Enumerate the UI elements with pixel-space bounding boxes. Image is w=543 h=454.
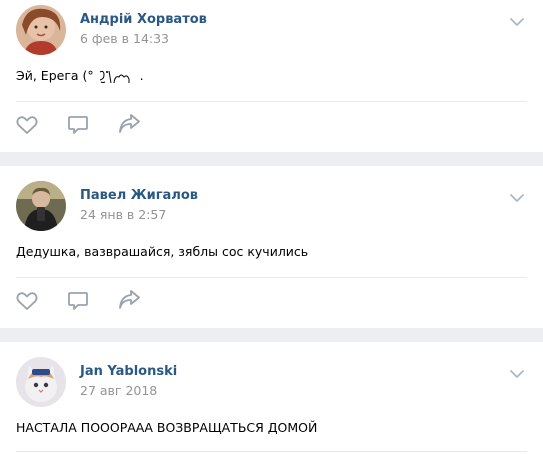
kaomoji-face-icon	[98, 69, 136, 85]
comment-icon[interactable]	[65, 288, 91, 314]
divider	[16, 277, 527, 278]
author-name[interactable]: Jan Yablonski	[80, 364, 177, 379]
divider	[16, 451, 527, 452]
post-text-tail: .	[139, 68, 144, 83]
post: Jan Yablonski 27 авг 2018 НАСТАЛА ПОООРА…	[0, 342, 543, 454]
avatar[interactable]	[16, 181, 66, 231]
author-name[interactable]: Павел Жигалов	[80, 188, 198, 203]
post-text-body: Эй, Ерега (°	[16, 68, 94, 83]
post-text: НАСТАЛА ПОООРААА ВОЗВРАЩАТЬСЯ ДОМОЙ	[16, 420, 318, 435]
post-text: Дедушка, вазврашайся, зяблы сос кучились	[16, 244, 309, 259]
comment-icon[interactable]	[65, 112, 91, 138]
chevron-down-icon[interactable]	[509, 193, 525, 203]
post-actions	[0, 112, 543, 140]
share-icon[interactable]	[116, 112, 142, 138]
avatar[interactable]	[16, 5, 66, 55]
post-actions	[0, 288, 543, 316]
post-date[interactable]: 6 фев в 14:33	[80, 31, 169, 46]
heart-icon[interactable]	[14, 288, 40, 314]
post-text: Эй, Ерега (° .	[16, 68, 144, 85]
post-date[interactable]: 27 авг 2018	[80, 383, 157, 398]
author-name[interactable]: Андрій Хорватов	[80, 12, 207, 27]
post: Павел Жигалов 24 янв в 2:57 Дедушка, ваз…	[0, 166, 543, 328]
post: Андрій Хорватов 6 фев в 14:33 Эй, Ерега …	[0, 0, 543, 152]
chevron-down-icon[interactable]	[509, 17, 525, 27]
share-icon[interactable]	[116, 288, 142, 314]
avatar[interactable]	[16, 357, 66, 407]
heart-icon[interactable]	[14, 112, 40, 138]
divider	[16, 101, 527, 102]
post-date[interactable]: 24 янв в 2:57	[80, 207, 166, 222]
chevron-down-icon[interactable]	[509, 369, 525, 379]
